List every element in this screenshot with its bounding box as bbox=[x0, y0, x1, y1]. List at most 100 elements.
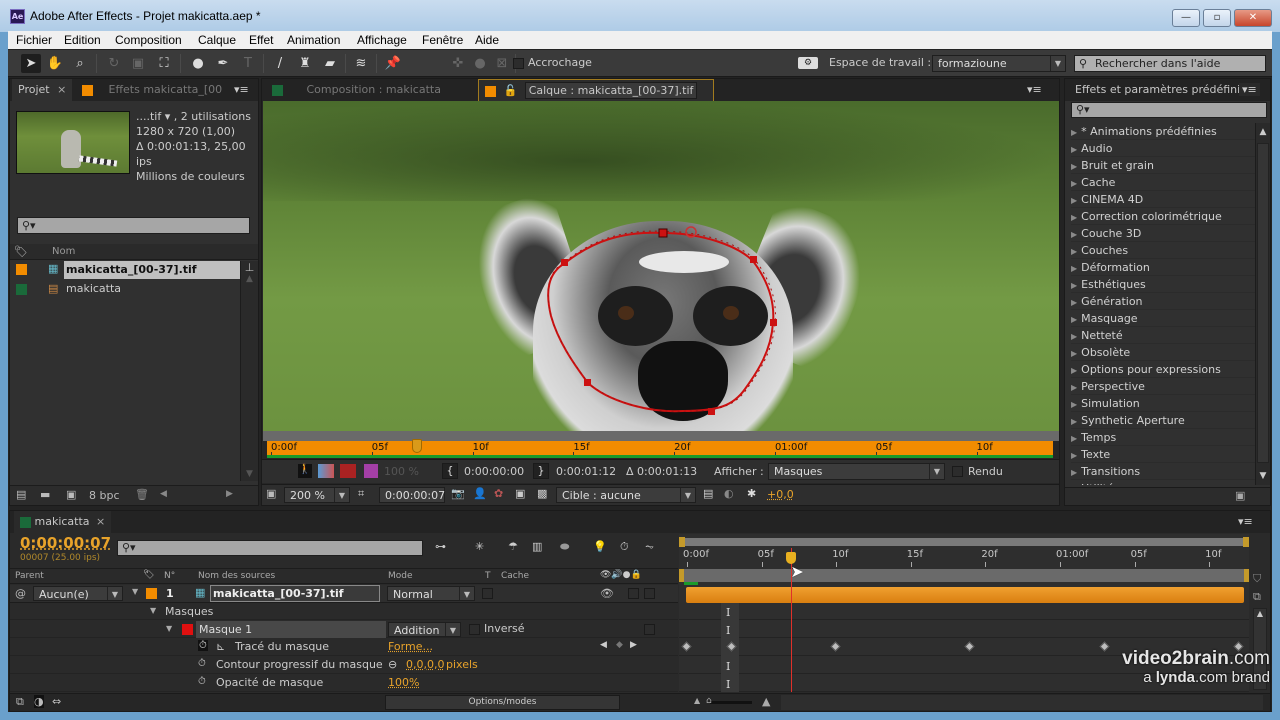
options-modes-toggle[interactable]: Options/modes bbox=[385, 695, 620, 710]
shy-layers-icon[interactable]: ☂ bbox=[508, 540, 518, 553]
next-keyframe-icon[interactable]: ▶ bbox=[630, 640, 637, 650]
expand-arrow-icon[interactable]: ▶ bbox=[1071, 128, 1077, 137]
expand-arrow-icon[interactable]: ▶ bbox=[1071, 247, 1077, 256]
frame-blend-icon[interactable] bbox=[340, 464, 356, 478]
comp-button-icon[interactable]: ⧉ bbox=[1253, 590, 1261, 604]
lock-icon[interactable]: 🔓 bbox=[504, 84, 518, 97]
render-checkbox[interactable] bbox=[952, 466, 963, 477]
viewer-playhead[interactable] bbox=[411, 439, 422, 453]
pan-behind-tool-icon[interactable]: ⛶ bbox=[154, 54, 174, 73]
mask-lock-toggle[interactable] bbox=[644, 624, 655, 635]
column-mode[interactable]: Mode bbox=[388, 571, 413, 581]
timeline-current-time[interactable]: 0:00:00:07 bbox=[20, 534, 111, 552]
lock-toggle[interactable] bbox=[644, 588, 655, 599]
set-in-point-button[interactable]: { bbox=[442, 463, 458, 479]
text-tool-icon[interactable]: T bbox=[238, 54, 258, 73]
solo-toggle[interactable] bbox=[628, 588, 639, 599]
close-window-button[interactable]: ✕ bbox=[1234, 9, 1272, 27]
layer-name[interactable]: makicatta_[00-37].tif bbox=[210, 585, 380, 602]
property-row[interactable]: ⏱ Opacité de masque 100% bbox=[10, 675, 678, 692]
effects-category-item[interactable]: ▶ Perspective bbox=[1071, 378, 1255, 395]
scroll-down-icon[interactable]: ▼ bbox=[241, 469, 258, 479]
menu-calque[interactable]: Calque bbox=[198, 33, 236, 47]
project-item-row[interactable]: ▤ makicatta bbox=[10, 280, 240, 298]
workspace-sync-icon[interactable]: ⚙ bbox=[798, 57, 818, 69]
effects-category-item[interactable]: ▶ Audio bbox=[1071, 140, 1255, 157]
channels-icon[interactable]: ✿ bbox=[494, 487, 503, 500]
minimize-button[interactable]: — bbox=[1172, 9, 1200, 27]
effects-category-item[interactable]: ▶ * Animations prédéfinies bbox=[1071, 123, 1255, 140]
fast-preview-icon[interactable]: ▤ bbox=[703, 487, 713, 500]
prev-keyframe-icon[interactable]: ◀ bbox=[600, 640, 607, 650]
tab-projet[interactable]: Projet × bbox=[12, 79, 73, 101]
set-out-point-button[interactable]: } bbox=[533, 463, 549, 479]
expand-arrow-icon[interactable]: ▶ bbox=[1071, 196, 1077, 205]
current-time-field[interactable]: 0:00:00:07 bbox=[379, 487, 445, 503]
tab-composition[interactable]: Composition : makicatta bbox=[266, 79, 474, 101]
title-safe-icon[interactable]: ⌗ bbox=[358, 487, 364, 501]
blend-mode-dropdown[interactable]: Normal ▼ bbox=[387, 586, 475, 601]
project-search-input[interactable]: ⚲▾ bbox=[17, 217, 250, 234]
timeline-horizontal-scrollbar[interactable] bbox=[781, 695, 1263, 710]
expand-arrow-icon[interactable]: ▶ bbox=[1071, 332, 1077, 341]
zoom-in-icon[interactable]: ▲ bbox=[762, 695, 770, 708]
show-snapshot-icon[interactable]: 👤 bbox=[473, 487, 487, 500]
hand-tool-icon[interactable]: ✋ bbox=[45, 54, 65, 73]
menu-fichier[interactable]: Fichier bbox=[16, 33, 52, 47]
zoom-slider[interactable] bbox=[710, 701, 752, 704]
trash-icon[interactable]: 🗑 bbox=[135, 488, 149, 501]
opacity-value[interactable]: 100 % bbox=[384, 465, 419, 478]
column-cache[interactable]: Cache bbox=[501, 571, 529, 581]
layer-3d-icon[interactable]: ◐ bbox=[724, 487, 734, 500]
view-dropdown[interactable]: Masques ▼ bbox=[768, 463, 945, 480]
expand-arrow-icon[interactable]: ▶ bbox=[1071, 264, 1077, 273]
project-item-row[interactable]: ▦ makicatta_[00-37].tif bbox=[10, 261, 240, 279]
color-swatch[interactable] bbox=[364, 464, 378, 478]
local-axis-icon[interactable]: ✜ bbox=[448, 54, 468, 73]
in-point-time[interactable]: 0:00:00:00 bbox=[464, 465, 524, 478]
brush-tool-icon[interactable]: / bbox=[270, 54, 290, 73]
masks-group-row[interactable]: ▼ Masques bbox=[10, 604, 678, 620]
scroll-thumb[interactable] bbox=[1257, 143, 1269, 463]
flowchart-icon[interactable]: ⊥ bbox=[241, 261, 258, 274]
project-scrollbar[interactable]: ⊥ ▲ ▼ bbox=[240, 261, 258, 481]
effects-category-item[interactable]: ▶ CINEMA 4D bbox=[1071, 191, 1255, 208]
effects-category-item[interactable]: ▶ Options pour expressions bbox=[1071, 361, 1255, 378]
stopwatch-icon[interactable]: ⏱ bbox=[198, 640, 208, 651]
expand-arrow-icon[interactable]: ▶ bbox=[1071, 451, 1077, 460]
mask-vertex[interactable] bbox=[561, 259, 568, 266]
menu-aide[interactable]: Aide bbox=[475, 33, 499, 47]
menu-composition[interactable]: Composition bbox=[115, 33, 182, 47]
parent-pickwhip-icon[interactable]: @ bbox=[15, 587, 26, 600]
expand-arrow-icon[interactable]: ▶ bbox=[1071, 400, 1077, 409]
panel-menu-icon[interactable]: ▾≡ bbox=[1027, 83, 1042, 96]
region-of-interest-icon[interactable]: ▣ bbox=[515, 487, 525, 500]
zoom-tool-icon[interactable]: ⌕ bbox=[70, 54, 90, 73]
view-axis-icon[interactable]: ⊠ bbox=[492, 54, 512, 73]
column-number[interactable]: N° bbox=[164, 571, 175, 581]
snapping-checkbox[interactable] bbox=[513, 58, 524, 69]
scroll-up-icon[interactable]: ▲ bbox=[1254, 609, 1266, 618]
workspace-dropdown[interactable]: formazioune ▼ bbox=[932, 55, 1066, 72]
effects-search-input[interactable]: ⚲▾ bbox=[1071, 102, 1267, 118]
auto-keyframe-icon[interactable]: ⏱ bbox=[620, 540, 629, 554]
column-name[interactable]: Nom bbox=[52, 246, 75, 257]
zoom-slider-thumb[interactable]: ⌂ bbox=[706, 696, 712, 706]
expand-arrow-icon[interactable]: ▶ bbox=[1071, 179, 1077, 188]
effects-scrollbar[interactable]: ▲ ▼ bbox=[1255, 123, 1270, 485]
property-value[interactable]: Forme... bbox=[388, 640, 433, 653]
timeline-search-input[interactable]: ⚲▾ bbox=[117, 540, 423, 556]
expand-arrow-icon[interactable]: ▶ bbox=[1071, 366, 1077, 375]
effects-category-item[interactable]: ▶ Obsolète bbox=[1071, 344, 1255, 361]
expand-masks-icon[interactable]: ▼ bbox=[150, 606, 156, 615]
mask-vertex[interactable] bbox=[750, 256, 757, 263]
draft-3d-icon[interactable]: ✳ bbox=[475, 540, 484, 553]
expand-arrow-icon[interactable]: ▶ bbox=[1071, 468, 1077, 477]
mask-vertex[interactable] bbox=[658, 228, 668, 238]
mask-vertex[interactable] bbox=[584, 379, 591, 386]
transparency-grid-icon[interactable]: ▩ bbox=[537, 487, 547, 500]
maximize-button[interactable]: ▫ bbox=[1203, 9, 1231, 27]
frame-blending-icon[interactable]: ▥ bbox=[532, 540, 542, 553]
tab-effects-controls[interactable]: Effets makicatta_[00 bbox=[76, 79, 228, 101]
parent-dropdown[interactable]: Aucun(e) ▼ bbox=[33, 586, 123, 601]
